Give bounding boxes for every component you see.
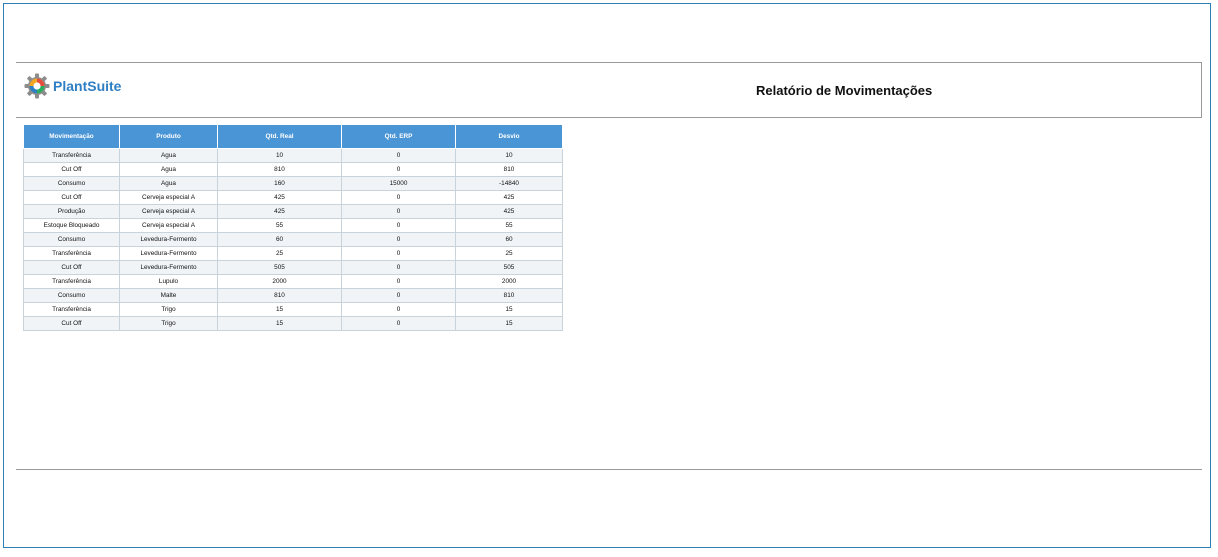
cell-qtd-erp: 0 bbox=[341, 190, 456, 205]
cell-movimentacao: Transferência bbox=[23, 246, 120, 261]
cell-qtd-real: 55 bbox=[217, 218, 342, 233]
column-header-qtd-erp: Qtd. ERP bbox=[341, 124, 456, 149]
cell-movimentacao: Transferência bbox=[23, 274, 120, 289]
report-header: PlantSuite Relatório de Movimentações bbox=[16, 62, 1202, 118]
cell-qtd-erp: 0 bbox=[341, 274, 456, 289]
table-row: Transferência Levedura-Fermento 25 0 25 bbox=[23, 246, 563, 261]
cell-produto: Trigo bbox=[119, 302, 218, 317]
cell-qtd-erp: 0 bbox=[341, 162, 456, 177]
cell-desvio: 425 bbox=[455, 204, 563, 219]
cell-produto: Agua bbox=[119, 148, 218, 163]
cell-qtd-erp: 0 bbox=[341, 232, 456, 247]
cell-movimentacao: Consumo bbox=[23, 232, 120, 247]
cell-produto: Levedura-Fermento bbox=[119, 260, 218, 275]
cell-movimentacao: Cut Off bbox=[23, 260, 120, 275]
cell-movimentacao: Cut Off bbox=[23, 190, 120, 205]
cell-movimentacao: Transferência bbox=[23, 148, 120, 163]
cell-movimentacao: Estoque Bloqueado bbox=[23, 218, 120, 233]
cell-qtd-erp: 0 bbox=[341, 246, 456, 261]
cell-qtd-real: 2000 bbox=[217, 274, 342, 289]
cell-produto: Cerveja especial A bbox=[119, 190, 218, 205]
cell-desvio: 505 bbox=[455, 260, 563, 275]
table-row: Consumo Malte 810 0 810 bbox=[23, 288, 563, 303]
cell-desvio: -14840 bbox=[455, 176, 563, 191]
cell-desvio: 55 bbox=[455, 218, 563, 233]
cell-desvio: 25 bbox=[455, 246, 563, 261]
cell-produto: Cerveja especial A bbox=[119, 204, 218, 219]
cell-qtd-erp: 0 bbox=[341, 302, 456, 317]
cell-desvio: 810 bbox=[455, 288, 563, 303]
cell-qtd-real: 25 bbox=[217, 246, 342, 261]
table-row: Transferência Agua 10 0 10 bbox=[23, 148, 563, 163]
logo-text: PlantSuite bbox=[53, 78, 122, 94]
cell-desvio: 15 bbox=[455, 316, 563, 331]
cell-produto: Malte bbox=[119, 288, 218, 303]
cell-movimentacao: Cut Off bbox=[23, 316, 120, 331]
cell-qtd-real: 810 bbox=[217, 288, 342, 303]
cell-desvio: 15 bbox=[455, 302, 563, 317]
table-row: Cut Off Cerveja especial A 425 0 425 bbox=[23, 190, 563, 205]
cell-qtd-real: 505 bbox=[217, 260, 342, 275]
cell-qtd-erp: 0 bbox=[341, 288, 456, 303]
plantsuite-logo: PlantSuite bbox=[24, 71, 121, 101]
table-row: Transferência Lupulo 2000 0 2000 bbox=[23, 274, 563, 289]
table-row: Consumo Levedura-Fermento 60 0 60 bbox=[23, 232, 563, 247]
cell-qtd-real: 810 bbox=[217, 162, 342, 177]
column-header-qtd-real: Qtd. Real bbox=[217, 124, 342, 149]
column-header-movimentacao: Movimentação bbox=[23, 124, 120, 149]
column-header-produto: Produto bbox=[119, 124, 218, 149]
cell-desvio: 10 bbox=[455, 148, 563, 163]
cell-qtd-real: 425 bbox=[217, 190, 342, 205]
cell-qtd-real: 15 bbox=[217, 316, 342, 331]
cell-movimentacao: Consumo bbox=[23, 176, 120, 191]
cell-produto: Agua bbox=[119, 162, 218, 177]
cell-produto: Levedura-Fermento bbox=[119, 246, 218, 261]
cell-desvio: 60 bbox=[455, 232, 563, 247]
column-header-desvio: Desvio bbox=[455, 124, 563, 149]
cell-produto: Trigo bbox=[119, 316, 218, 331]
cell-qtd-erp: 0 bbox=[341, 218, 456, 233]
table-row: Consumo Agua 160 15000 -14840 bbox=[23, 176, 563, 191]
table-row: Cut Off Trigo 15 0 15 bbox=[23, 316, 563, 331]
cell-produto: Lupulo bbox=[119, 274, 218, 289]
cell-qtd-erp: 15000 bbox=[341, 176, 456, 191]
table-header-row: Movimentação Produto Qtd. Real Qtd. ERP … bbox=[23, 124, 563, 149]
cell-qtd-real: 425 bbox=[217, 204, 342, 219]
table-row: Transferência Trigo 15 0 15 bbox=[23, 302, 563, 317]
cell-qtd-erp: 0 bbox=[341, 316, 456, 331]
cell-produto: Agua bbox=[119, 176, 218, 191]
table-row: Cut Off Levedura-Fermento 505 0 505 bbox=[23, 260, 563, 275]
cell-qtd-real: 60 bbox=[217, 232, 342, 247]
cell-qtd-real: 10 bbox=[217, 148, 342, 163]
cell-movimentacao: Produção bbox=[23, 204, 120, 219]
cell-desvio: 425 bbox=[455, 190, 563, 205]
cell-movimentacao: Cut Off bbox=[23, 162, 120, 177]
cell-qtd-real: 15 bbox=[217, 302, 342, 317]
cell-produto: Cerveja especial A bbox=[119, 218, 218, 233]
cell-desvio: 810 bbox=[455, 162, 563, 177]
table-row: Estoque Bloqueado Cerveja especial A 55 … bbox=[23, 218, 563, 233]
table-row: Cut Off Agua 810 0 810 bbox=[23, 162, 563, 177]
cell-qtd-erp: 0 bbox=[341, 148, 456, 163]
cell-produto: Levedura-Fermento bbox=[119, 232, 218, 247]
report-title: Relatório de Movimentações bbox=[756, 83, 933, 98]
table-row: Produção Cerveja especial A 425 0 425 bbox=[23, 204, 563, 219]
cell-movimentacao: Transferência bbox=[23, 302, 120, 317]
cell-desvio: 2000 bbox=[455, 274, 563, 289]
cell-movimentacao: Consumo bbox=[23, 288, 120, 303]
footer-divider bbox=[16, 469, 1202, 470]
cell-qtd-erp: 0 bbox=[341, 204, 456, 219]
cell-qtd-erp: 0 bbox=[341, 260, 456, 275]
movements-table: Movimentação Produto Qtd. Real Qtd. ERP … bbox=[23, 124, 563, 331]
cell-qtd-real: 160 bbox=[217, 176, 342, 191]
gear-icon bbox=[24, 73, 50, 99]
